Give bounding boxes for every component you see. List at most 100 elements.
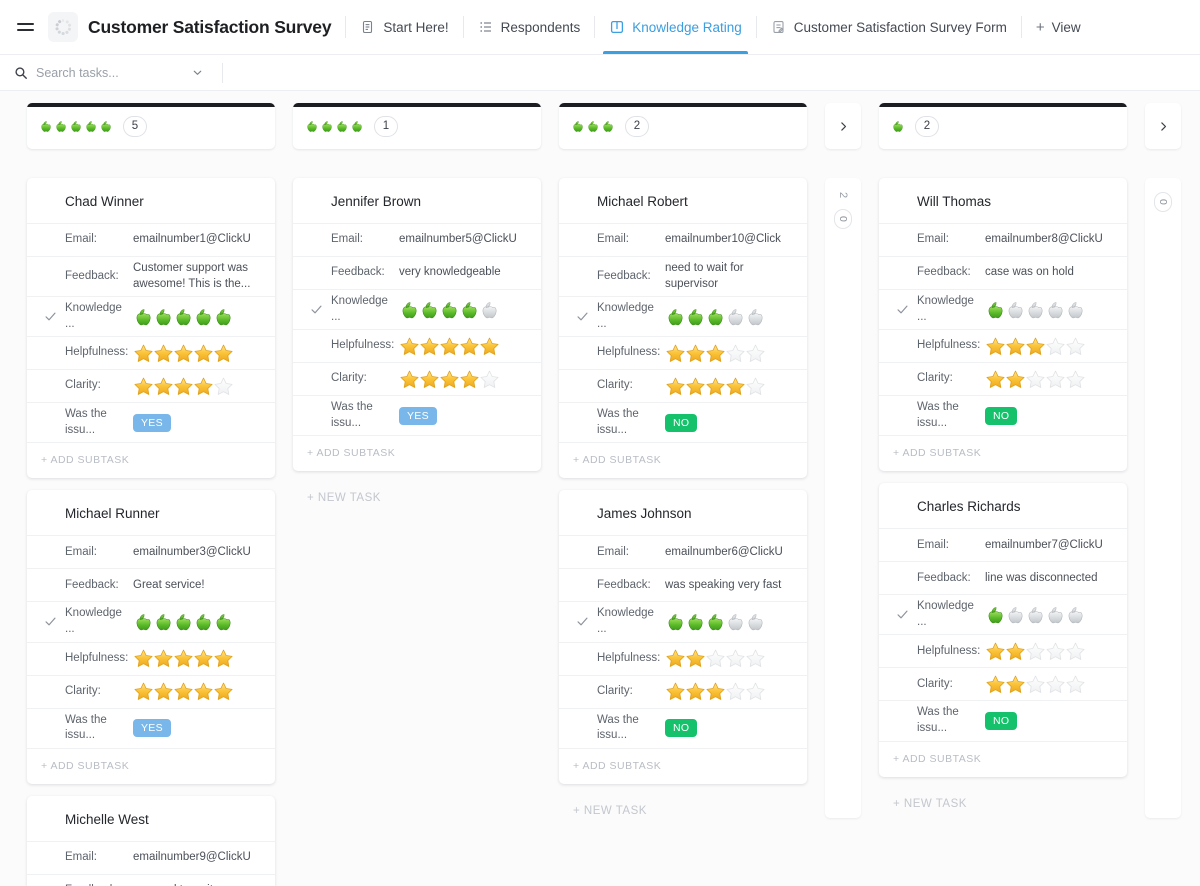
field-helpfulness[interactable]: Helpfulness: [559,336,807,369]
add-subtask-button[interactable]: + ADD SUBTASK [27,442,275,478]
hamburger-menu-icon[interactable] [10,12,40,42]
field-issue-resolved[interactable]: Was the issu...YES [27,402,275,442]
field-clarity[interactable]: Clarity: [559,369,807,402]
helpfulness-rating[interactable] [399,336,529,357]
field-email[interactable]: Email:emailnumber10@Click [559,223,807,256]
field-clarity[interactable]: Clarity: [879,667,1127,700]
field-helpfulness[interactable]: Helpfulness: [879,329,1127,362]
clarity-rating[interactable] [985,674,1115,695]
new-task-button[interactable]: + NEW TASK [559,796,807,817]
field-helpfulness[interactable]: Helpfulness: [879,634,1127,667]
field-knowledge[interactable]: Knowledge ... [879,289,1127,329]
field-knowledge[interactable]: Knowledge ... [27,296,275,336]
field-clarity[interactable]: Clarity: [879,362,1127,395]
knowledge-rating[interactable] [133,611,263,632]
tab-knowledge-rating[interactable]: Knowledge Rating [595,0,756,54]
field-feedback[interactable]: Feedback:Customer support was awesome! T… [27,256,275,296]
add-view-button[interactable]: + View [1022,0,1095,54]
column-header[interactable]: 1 [293,103,541,149]
field-email[interactable]: Email:emailnumber1@ClickU [27,223,275,256]
knowledge-rating[interactable] [985,299,1115,320]
field-helpfulness[interactable]: Helpfulness: [293,329,541,362]
check-icon[interactable] [44,310,57,323]
field-issue-resolved[interactable]: Was the issu...NO [879,700,1127,740]
add-subtask-button[interactable]: + ADD SUBTASK [559,442,807,478]
helpfulness-rating[interactable] [985,641,1115,662]
add-subtask-button[interactable]: + ADD SUBTASK [27,748,275,784]
knowledge-rating[interactable] [985,604,1115,625]
search-box[interactable] [14,56,210,90]
task-card[interactable]: Chad WinnerEmail:emailnumber1@ClickUFeed… [27,178,275,478]
helpfulness-rating[interactable] [133,648,263,669]
field-issue-resolved[interactable]: Was the issu...YES [293,395,541,435]
tab-start-here[interactable]: Start Here! [346,0,462,54]
chevron-right-icon[interactable] [1157,120,1170,133]
task-card[interactable]: Michael RunnerEmail:emailnumber3@ClickUF… [27,490,275,783]
new-task-button[interactable]: + NEW TASK [293,483,541,504]
field-email[interactable]: Email:emailnumber9@ClickU [27,841,275,874]
field-knowledge[interactable]: Knowledge ... [559,296,807,336]
task-card[interactable]: Michelle WestEmail:emailnumber9@ClickUFe… [27,796,275,886]
check-icon[interactable] [896,303,909,316]
chevron-right-icon[interactable] [837,120,850,133]
add-subtask-button[interactable]: + ADD SUBTASK [879,741,1127,777]
clarity-rating[interactable] [133,376,263,397]
clarity-rating[interactable] [399,369,529,390]
helpfulness-rating[interactable] [133,343,263,364]
field-issue-resolved[interactable]: Was the issu...YES [27,708,275,748]
add-subtask-button[interactable]: + ADD SUBTASK [879,435,1127,471]
chevron-down-icon[interactable] [191,66,204,79]
check-icon[interactable] [576,310,589,323]
expand-column-button[interactable] [1145,103,1181,149]
knowledge-rating[interactable] [133,306,263,327]
field-helpfulness[interactable]: Helpfulness: [27,642,275,675]
field-helpfulness[interactable]: Helpfulness: [559,642,807,675]
tab-customer-satisfaction-survey-form[interactable]: Customer Satisfaction Survey Form [757,0,1021,54]
field-issue-resolved[interactable]: Was the issu...NO [559,402,807,442]
knowledge-rating[interactable] [399,299,529,320]
field-knowledge[interactable]: Knowledge ... [559,601,807,641]
field-knowledge[interactable]: Knowledge ... [293,289,541,329]
expand-column-button[interactable] [825,103,861,149]
check-icon[interactable] [896,608,909,621]
column-header[interactable]: 2 [879,103,1127,149]
check-icon[interactable] [310,303,323,316]
field-feedback[interactable]: Feedback:case was on hold [879,256,1127,289]
field-clarity[interactable]: Clarity: [293,362,541,395]
task-card[interactable]: Michael RobertEmail:emailnumber10@ClickF… [559,178,807,478]
helpfulness-rating[interactable] [985,336,1115,357]
clarity-rating[interactable] [665,681,795,702]
field-helpfulness[interactable]: Helpfulness: [27,336,275,369]
knowledge-rating[interactable] [665,611,795,632]
task-card[interactable]: Charles RichardsEmail:emailnumber7@Click… [879,483,1127,776]
field-clarity[interactable]: Clarity: [27,369,275,402]
task-card[interactable]: Jennifer BrownEmail:emailnumber5@ClickUF… [293,178,541,471]
search-input[interactable] [36,66,156,80]
field-email[interactable]: Email:emailnumber7@ClickU [879,528,1127,561]
column-header[interactable]: 5 [27,103,275,149]
check-icon[interactable] [44,615,57,628]
field-feedback[interactable]: Feedback:we need to wait [27,874,275,886]
field-email[interactable]: Email:emailnumber5@ClickU [293,223,541,256]
field-feedback[interactable]: Feedback:need to wait for supervisor [559,256,807,296]
clarity-rating[interactable] [133,681,263,702]
clarity-rating[interactable] [985,369,1115,390]
tab-respondents[interactable]: Respondents [464,0,595,54]
field-feedback[interactable]: Feedback:line was disconnected [879,561,1127,594]
clarity-rating[interactable] [665,376,795,397]
field-issue-resolved[interactable]: Was the issu...NO [559,708,807,748]
new-task-button[interactable]: + NEW TASK [879,789,1127,810]
add-subtask-button[interactable]: + ADD SUBTASK [293,435,541,471]
add-subtask-button[interactable]: + ADD SUBTASK [559,748,807,784]
field-email[interactable]: Email:emailnumber6@ClickU [559,535,807,568]
field-feedback[interactable]: Feedback:Great service! [27,568,275,601]
field-email[interactable]: Email:emailnumber8@ClickU [879,223,1127,256]
field-clarity[interactable]: Clarity: [559,675,807,708]
helpfulness-rating[interactable] [665,648,795,669]
field-email[interactable]: Email:emailnumber3@ClickU [27,535,275,568]
field-feedback[interactable]: Feedback:was speaking very fast [559,568,807,601]
field-clarity[interactable]: Clarity: [27,675,275,708]
field-knowledge[interactable]: Knowledge ... [27,601,275,641]
field-knowledge[interactable]: Knowledge ... [879,594,1127,634]
field-issue-resolved[interactable]: Was the issu...NO [879,395,1127,435]
